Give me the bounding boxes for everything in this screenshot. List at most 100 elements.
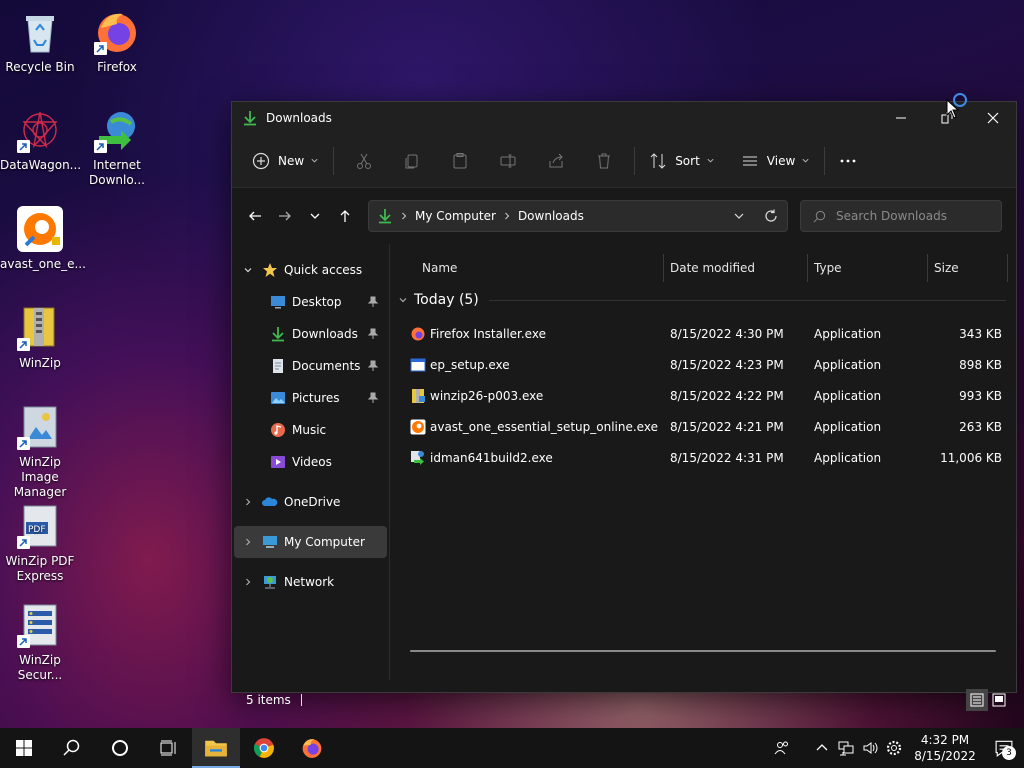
minimize-icon [896,117,906,119]
search-button[interactable] [48,728,96,768]
people-button[interactable] [770,728,794,768]
column-header-date-modified[interactable]: Date modified [664,254,808,282]
column-header-type[interactable]: Type [808,254,928,282]
table-row[interactable]: winzip26-p003.exe 8/15/2022 4:22 PM Appl… [390,380,1016,411]
chevron-down-icon[interactable] [243,265,253,275]
network-wired-icon [838,741,854,756]
desktop-icon-winzip-pdf-express[interactable]: PDF WinZip PDF Express [0,502,80,584]
table-row[interactable]: avast_one_essential_setup_online.exe 8/1… [390,411,1016,442]
table-row[interactable]: Firefox Installer.exe 8/15/2022 4:30 PM … [390,318,1016,349]
clock[interactable]: 4:32 PM 8/15/2022 [906,732,984,764]
desktop-icon-firefox[interactable]: Firefox [77,8,157,75]
shortcut-arrow-icon [17,635,30,648]
chevron-right-icon[interactable] [243,577,253,587]
title-bar[interactable]: Downloads [232,102,1016,134]
sidebar-item-videos[interactable]: Videos [234,446,387,478]
chevron-right-icon[interactable] [243,497,253,507]
task-view-button[interactable] [144,728,192,768]
column-header-size[interactable]: Size [928,254,1008,282]
refresh-icon [765,209,777,222]
back-button[interactable] [240,201,270,231]
speaker-icon [863,742,878,754]
breadcrumb-downloads[interactable]: Downloads [518,209,584,223]
desktop-icon-internet-download-manager[interactable]: Internet Downlo... [77,106,157,188]
table-row[interactable]: ep_setup.exe 8/15/2022 4:23 PM Applicati… [390,349,1016,380]
horizontal-scrollbar[interactable] [410,650,996,652]
chevron-down-icon [399,298,407,303]
chevron-down-icon [311,158,318,163]
sidebar-item-pictures[interactable]: Pictures [234,382,387,414]
avast-icon [16,205,64,253]
more-horizontal-icon [840,159,856,162]
cut-button[interactable] [340,144,388,178]
sidebar-item-my-computer[interactable]: My Computer [234,526,387,558]
network-status-button[interactable] [834,728,858,768]
desktop-icon-winzip-secure[interactable]: WinZip Secur... [0,601,80,683]
chevron-right-icon [402,212,407,220]
column-header-name[interactable]: Name [390,254,664,282]
refresh-button[interactable] [755,201,787,231]
breadcrumb-my-computer[interactable]: My Computer [415,209,496,223]
sidebar-item-quick-access[interactable]: Quick access [234,254,387,286]
up-button[interactable] [330,201,360,231]
volume-button[interactable] [858,728,882,768]
view-button[interactable]: View [733,144,818,178]
sidebar-item-desktop[interactable]: Desktop [234,286,387,318]
recent-locations-button[interactable] [300,201,330,231]
sidebar-item-network[interactable]: Network [234,566,387,598]
windows-logo-icon [16,740,32,756]
action-center-button[interactable]: 3 [984,728,1024,768]
table-row[interactable]: idman641build2.exe 8/15/2022 4:31 PM App… [390,442,1016,473]
search-icon [813,210,826,222]
desktop-icon-winzip[interactable]: WinZip [0,304,80,371]
navigation-bar: My Computer Downloads [232,188,1016,244]
scissors-icon [357,153,372,169]
clock-date: 8/15/2022 [914,749,976,763]
address-bar[interactable]: My Computer Downloads [368,200,788,232]
new-button[interactable]: New [244,144,327,178]
chevron-down-icon [310,213,320,219]
delete-button[interactable] [580,144,628,178]
minimize-button[interactable] [878,102,924,134]
desktop-icon-winzip-image-manager[interactable]: WinZip Image Manager [0,403,80,500]
paste-button[interactable] [436,144,484,178]
forward-button[interactable] [270,201,300,231]
svg-text:PDF: PDF [28,525,46,535]
desktop-icon-recycle-bin[interactable]: Recycle Bin [0,8,80,75]
arrow-right-icon [279,211,291,221]
show-hidden-icons-button[interactable] [810,728,834,768]
sidebar-item-onedrive[interactable]: OneDrive [234,486,387,518]
settings-button[interactable] [882,728,906,768]
taskbar-file-explorer[interactable] [192,728,240,768]
shortcut-arrow-icon [17,536,30,549]
sort-button[interactable]: Sort [641,144,723,178]
close-button[interactable] [970,102,1016,134]
share-button[interactable] [532,144,580,178]
shortcut-arrow-icon [94,42,107,55]
tiles-view-icon [992,693,1006,707]
chevron-right-icon[interactable] [243,537,253,547]
search-input[interactable] [836,209,996,223]
copy-button[interactable] [388,144,436,178]
sort-icon [650,152,666,169]
search-box[interactable] [800,200,1002,232]
taskbar-firefox[interactable] [288,728,336,768]
more-options-button[interactable] [831,144,865,178]
cortana-button[interactable] [96,728,144,768]
taskbar-chrome[interactable] [240,728,288,768]
start-button[interactable] [0,728,48,768]
details-view-button[interactable] [966,689,988,711]
rename-button[interactable] [484,144,532,178]
system-tray: 4:32 PM 8/15/2022 3 [770,728,1024,768]
sidebar-item-music[interactable]: Music [234,414,387,446]
desktop-icon-datawagon[interactable]: DataWagon... [0,106,81,173]
datawagon-icon [16,106,64,154]
sidebar-item-documents[interactable]: Documents [234,350,387,382]
desktop-icon-avast-one[interactable]: avast_one_e... [0,205,86,272]
address-history-button[interactable] [723,201,755,231]
sidebar-item-downloads[interactable]: Downloads [234,318,387,350]
chevron-up-icon [816,744,828,751]
chevron-right-icon [505,212,510,220]
group-header-today[interactable]: Today (5) [390,282,1016,318]
large-icons-view-button[interactable] [988,689,1010,711]
